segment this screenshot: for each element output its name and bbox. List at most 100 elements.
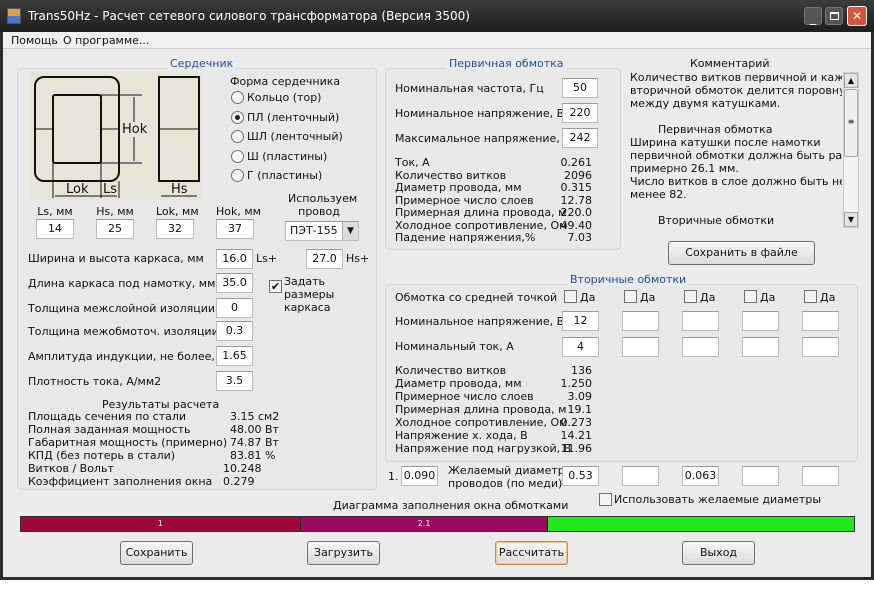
comment-line: Количество витков первичной и каждой [630, 71, 842, 84]
sec-result-label: Диаметр провода, мм [395, 377, 522, 390]
result-label: Витков / Вольт [28, 462, 114, 475]
load-button[interactable]: Загрузить [307, 541, 380, 565]
frame-length-label: Длина каркаса под намотку, мм [28, 277, 216, 290]
comment-line: Ширина катушки после намотки [630, 136, 821, 149]
comment-line: вторичной обмоток делится поровну [630, 84, 842, 97]
chevron-down-icon[interactable]: ▼ [342, 222, 358, 240]
sec-current-input-1[interactable] [622, 337, 659, 357]
scroll-thumb[interactable]: ≡ [844, 89, 858, 157]
calculate-button[interactable]: Рассчитать [495, 541, 568, 565]
dim-input-3[interactable]: 37 [216, 219, 254, 239]
sec-voltage-label: Номинальное напряжение, В [395, 315, 565, 328]
window-title: Trans50Hz - Расчет сетевого силового тра… [28, 9, 470, 23]
primary-input[interactable]: 242 [562, 128, 598, 148]
primary-result-label: Количество витков [395, 168, 507, 182]
sec-current-input-4[interactable] [802, 337, 839, 357]
comment-line: первичной обмотки должна быть равна [630, 149, 842, 162]
result-value: 74.87 Вт [230, 436, 279, 449]
center-tap-checkbox-3[interactable] [744, 290, 757, 303]
shape-radio-1[interactable] [231, 110, 244, 124]
set-frame-checkbox[interactable]: ✔ [269, 280, 282, 293]
sec-result-value: 11.96 [560, 442, 593, 455]
primary-input[interactable]: 50 [562, 78, 598, 98]
result-value: 3.15 см2 [230, 410, 280, 423]
wire-select[interactable]: ПЭТ-155 ▼ [285, 221, 359, 241]
lok-label: Lok [66, 182, 89, 197]
frame-height-input[interactable]: 27.0 [306, 249, 343, 269]
maximize-button[interactable] [825, 7, 843, 25]
shape-label-2: ШЛ (ленточный) [247, 130, 343, 143]
sec-voltage-input-4[interactable] [802, 311, 839, 331]
primary-desired-diameter-input[interactable]: 0.090 [401, 466, 438, 486]
sec-voltage-input-0[interactable]: 12 [562, 311, 599, 331]
primary-input[interactable]: 220 [562, 103, 598, 123]
desired-diameter-input-2[interactable]: 0.063 [682, 466, 719, 486]
desired-diameter-input-3[interactable] [742, 466, 779, 486]
center-tap-yes-label: Да [580, 291, 596, 304]
result-label: Полная заданная мощность [28, 423, 191, 436]
sec-voltage-input-1[interactable] [622, 311, 659, 331]
sec-result-value: 136 [571, 364, 592, 377]
center-tap-checkbox-0[interactable] [564, 290, 577, 303]
ls-plus-label: Ls+ [256, 252, 278, 265]
save-to-file-button[interactable]: Сохранить в файле [668, 241, 815, 265]
desired-diameter-input-1[interactable] [622, 466, 659, 486]
sec-result-value: 1.250 [560, 377, 593, 390]
menu-about[interactable]: О программе... [63, 34, 149, 47]
center-tap-yes-label: Да [700, 291, 716, 304]
dim-label-2: Lok, мм [156, 205, 199, 218]
sec-voltage-input-2[interactable] [682, 311, 719, 331]
primary-result-value: 0.315 [560, 181, 593, 194]
primary-result-value: 7.03 [567, 231, 593, 244]
menu-bar: Помощь О программе... [3, 32, 871, 49]
comment-scrollbar[interactable]: ▲ ≡ ▼ [843, 72, 859, 228]
desired-diameter-input-4[interactable] [802, 466, 839, 486]
dim-label-3: Hok, мм [216, 205, 261, 218]
result-value: 83.81 % [230, 449, 276, 462]
induction-label: Амплитуда индукции, не более, Тл [28, 350, 233, 363]
center-tap-checkbox-4[interactable] [804, 290, 817, 303]
minimize-button[interactable]: _ [804, 7, 822, 25]
use-desired-label: Использовать желаемые диаметры [614, 493, 822, 506]
dim-input-0[interactable]: 14 [36, 219, 74, 239]
dim-input-2[interactable]: 32 [156, 219, 194, 239]
sec-voltage-input-3[interactable] [742, 311, 779, 331]
shape-radio-3[interactable] [231, 149, 244, 163]
close-button[interactable]: ✕ [847, 6, 867, 26]
fill-diagram-bar: 1 2.1 [20, 516, 855, 532]
result-label: КПД (без потерь в стали) [28, 449, 176, 462]
current-density-input[interactable]: 3.5 [216, 371, 253, 391]
menu-help[interactable]: Помощь [11, 34, 58, 47]
center-tap-yes-label: Да [640, 291, 656, 304]
scroll-up-icon[interactable]: ▲ [844, 73, 858, 88]
sec-current-input-0[interactable]: 4 [562, 337, 599, 357]
save-button[interactable]: Сохранить [120, 541, 193, 565]
frame-length-input[interactable]: 35.0 [216, 273, 253, 293]
sec-result-label: Примерное число слоев [395, 390, 534, 403]
center-tap-checkbox-1[interactable] [624, 290, 637, 303]
comment-line: Число витков в слое должно быть не [630, 175, 842, 188]
center-tap-yes-label: Да [760, 291, 776, 304]
shape-radio-4[interactable] [231, 169, 244, 182]
shape-label-4: Г (пластины) [247, 169, 323, 182]
interwinding-input[interactable]: 0.3 [216, 321, 253, 341]
fill-segment-2 [548, 517, 854, 531]
scroll-down-icon[interactable]: ▼ [844, 212, 858, 227]
exit-button[interactable]: Выход [682, 541, 755, 565]
center-tap-checkbox-2[interactable] [684, 290, 697, 303]
fill-segment-1: 2.1 [300, 517, 549, 531]
center-tap-label: Обмотка со средней точкой [395, 291, 558, 304]
induction-input[interactable]: 1.65 [216, 346, 253, 366]
sec-current-input-2[interactable] [682, 337, 719, 357]
shape-radio-0[interactable] [231, 91, 244, 104]
use-desired-checkbox[interactable] [599, 493, 612, 506]
desired-diameter-input-0[interactable]: 0.53 [562, 466, 599, 486]
sec-current-input-3[interactable] [742, 337, 779, 357]
primary-result-value: 12.78 [560, 193, 593, 207]
interlayer-input[interactable]: 0 [216, 298, 253, 318]
dim-input-1[interactable]: 25 [96, 219, 134, 239]
fill-diagram-title: Диаграмма заполнения окна обмотками [333, 499, 569, 512]
shape-radio-2[interactable] [231, 130, 244, 143]
set-frame-label: Задать размеры каркаса [284, 275, 335, 314]
frame-width-input[interactable]: 16.0 [216, 249, 253, 269]
